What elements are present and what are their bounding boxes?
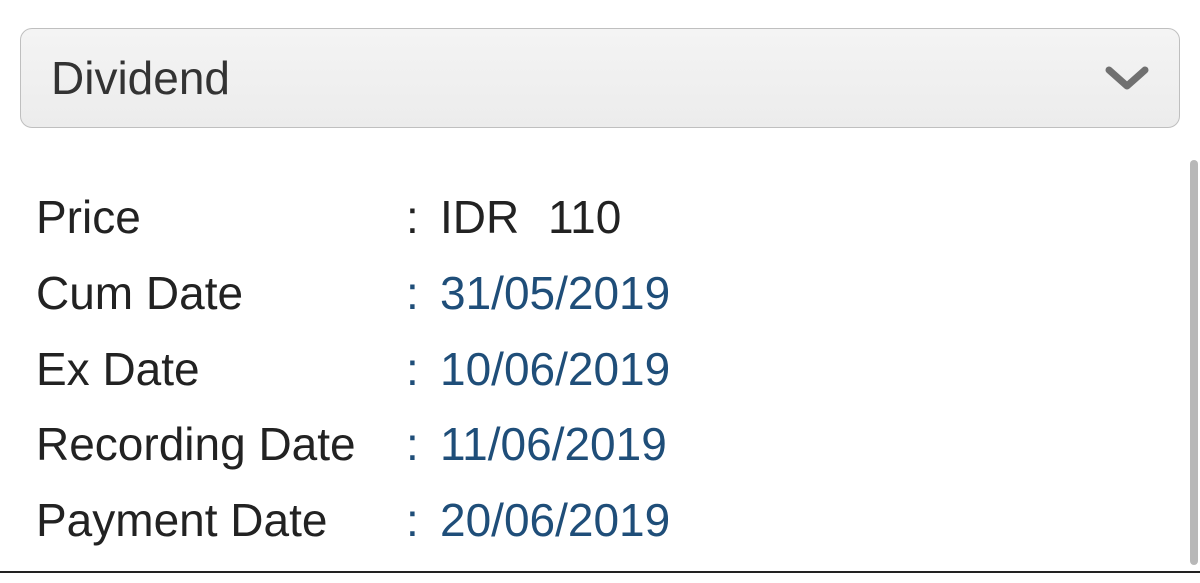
price-colon: :	[406, 188, 440, 248]
payment-date-row: Payment Date : 20/06/2019	[36, 491, 1180, 551]
ex-date-row: Ex Date : 10/06/2019	[36, 340, 1180, 400]
payment-date-value[interactable]: 20/06/2019	[440, 491, 670, 551]
dropdown-selected-label: Dividend	[51, 51, 230, 105]
cum-date-label: Cum Date	[36, 264, 406, 324]
cum-date-value[interactable]: 31/05/2019	[440, 264, 670, 324]
recording-date-colon: :	[406, 415, 440, 475]
price-row: Price : IDR 110	[36, 188, 1180, 248]
recording-date-value[interactable]: 11/06/2019	[440, 415, 667, 475]
cum-date-colon: :	[406, 264, 440, 324]
scrollbar-thumb[interactable]	[1190, 160, 1198, 565]
payment-date-colon: :	[406, 491, 440, 551]
dividend-dropdown[interactable]: Dividend	[20, 28, 1180, 128]
ex-date-label: Ex Date	[36, 340, 406, 400]
recording-date-row: Recording Date : 11/06/2019	[36, 415, 1180, 475]
payment-date-label: Payment Date	[36, 491, 406, 551]
bottom-divider	[0, 571, 1200, 573]
ex-date-colon: :	[406, 340, 440, 400]
recording-date-label: Recording Date	[36, 415, 406, 475]
price-currency: IDR	[440, 191, 519, 243]
chevron-down-icon	[1105, 64, 1149, 92]
price-label: Price	[36, 188, 406, 248]
price-amount: 110	[548, 191, 621, 243]
price-value: IDR 110	[440, 188, 621, 248]
cum-date-row: Cum Date : 31/05/2019	[36, 264, 1180, 324]
details-panel: Price : IDR 110 Cum Date : 31/05/2019 Ex…	[20, 188, 1180, 551]
main-container: Dividend Price : IDR 110 Cum Date : 31/0…	[0, 0, 1200, 583]
ex-date-value[interactable]: 10/06/2019	[440, 340, 670, 400]
